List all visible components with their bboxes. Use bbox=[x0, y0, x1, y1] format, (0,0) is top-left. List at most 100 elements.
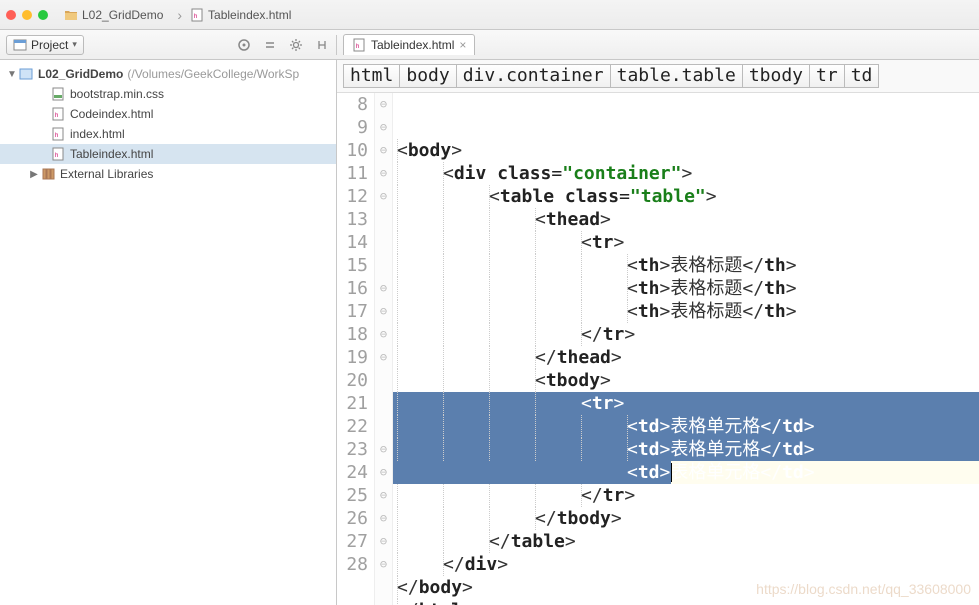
code-line[interactable]: </thead> bbox=[393, 346, 979, 369]
html-file-icon: h bbox=[50, 106, 66, 122]
path-segment[interactable]: tr bbox=[810, 64, 845, 88]
fold-handle-icon[interactable]: ⊖ bbox=[380, 277, 387, 300]
tree-file-item[interactable]: hindex.html bbox=[0, 124, 336, 144]
breadcrumb-label: L02_GridDemo bbox=[82, 8, 163, 22]
breadcrumb-label: Tableindex.html bbox=[208, 8, 291, 22]
tree-root[interactable]: ▼ L02_GridDemo (/Volumes/GeekCollege/Wor… bbox=[0, 64, 336, 84]
code-line[interactable]: </tr> bbox=[393, 484, 979, 507]
project-toolbar-actions bbox=[236, 37, 330, 53]
tree-external-libraries[interactable]: ▶ External Libraries bbox=[0, 164, 336, 184]
path-segment[interactable]: tbody bbox=[743, 64, 810, 88]
tree-label: Codeindex.html bbox=[70, 107, 153, 121]
fold-handle-icon[interactable]: ⊖ bbox=[380, 162, 387, 185]
fold-handle-icon[interactable]: ⊖ bbox=[380, 116, 387, 139]
maximize-icon[interactable] bbox=[38, 10, 48, 20]
code-line[interactable]: <th>表格标题</th> bbox=[393, 277, 979, 300]
code-line[interactable]: </tr> bbox=[393, 323, 979, 346]
hide-panel-icon[interactable] bbox=[314, 37, 330, 53]
code-line[interactable]: <div class="container"> bbox=[393, 162, 979, 185]
tree-root-label: L02_GridDemo bbox=[38, 67, 123, 81]
dom-path-bar: htmlbodydiv.containertable.tabletbodytrt… bbox=[337, 60, 979, 93]
code-line[interactable]: <th>表格标题</th> bbox=[393, 254, 979, 277]
tree-file-item[interactable]: h Codeindex.html bbox=[0, 104, 336, 124]
code-line[interactable]: <table class="table"> bbox=[393, 185, 979, 208]
tree-label: Tableindex.html bbox=[70, 147, 153, 161]
path-segment[interactable]: body bbox=[400, 64, 456, 88]
editor-tab-label: Tableindex.html bbox=[371, 38, 454, 52]
code-line[interactable]: <thead> bbox=[393, 208, 979, 231]
close-icon[interactable] bbox=[6, 10, 16, 20]
tree-label: bootstrap.min.css bbox=[70, 87, 164, 101]
code-line[interactable]: </tbody> bbox=[393, 507, 979, 530]
folder-icon bbox=[64, 8, 78, 22]
code-line[interactable]: <td>表格单元格</td> bbox=[393, 415, 979, 438]
svg-text:h: h bbox=[55, 153, 58, 159]
code-editor: htmlbodydiv.containertable.tabletbodytrt… bbox=[337, 60, 979, 605]
caret-right-icon[interactable]: ▶ bbox=[28, 169, 40, 180]
svg-text:h: h bbox=[55, 133, 58, 139]
path-segment[interactable]: td bbox=[845, 64, 880, 88]
breadcrumb-item-file[interactable]: h Tableindex.html bbox=[184, 6, 297, 24]
caret-down-icon[interactable]: ▼ bbox=[6, 69, 18, 80]
minimize-icon[interactable] bbox=[22, 10, 32, 20]
svg-text:h: h bbox=[55, 113, 58, 119]
path-segment[interactable]: table.table bbox=[611, 64, 743, 88]
code-line[interactable]: <tbody> bbox=[393, 369, 979, 392]
project-button-label: Project bbox=[31, 38, 68, 52]
breadcrumb-bar: L02_GridDemo › h Tableindex.html bbox=[0, 0, 979, 30]
code-line[interactable]: </table> bbox=[393, 530, 979, 553]
breadcrumb-item-project[interactable]: L02_GridDemo bbox=[58, 6, 169, 24]
fold-handle-icon[interactable]: ⊖ bbox=[380, 346, 387, 369]
fold-handle-icon[interactable]: ⊖ bbox=[380, 530, 387, 553]
editor-tab-tableindex[interactable]: h Tableindex.html × bbox=[343, 34, 475, 55]
html-file-icon: h bbox=[190, 8, 204, 22]
fold-handle-icon[interactable]: ⊖ bbox=[380, 484, 387, 507]
path-segment[interactable]: html bbox=[343, 64, 400, 88]
fold-handle-icon[interactable]: ⊖ bbox=[380, 507, 387, 530]
fold-handle-icon[interactable]: ⊖ bbox=[380, 323, 387, 346]
collapse-all-icon[interactable] bbox=[262, 37, 278, 53]
code-line[interactable]: <td>表格单元格</td> bbox=[393, 438, 979, 461]
editor-tabs: h Tableindex.html × bbox=[337, 34, 979, 55]
project-view-button[interactable]: Project ▾ bbox=[6, 35, 84, 55]
toolbar: Project ▾ h Tableindex.html × bbox=[0, 30, 979, 60]
code-line[interactable]: <tr> bbox=[393, 392, 979, 415]
html-file-icon: h bbox=[50, 146, 66, 162]
code-line[interactable]: <tr> bbox=[393, 231, 979, 254]
main-area: ▼ L02_GridDemo (/Volumes/GeekCollege/Wor… bbox=[0, 60, 979, 605]
close-tab-icon[interactable]: × bbox=[459, 39, 466, 51]
svg-text:h: h bbox=[194, 14, 197, 20]
code-lines[interactable]: <body><div class="container"><table clas… bbox=[393, 93, 979, 605]
fold-gutter[interactable]: ⊖⊖⊖⊖⊖⊖⊖⊖⊖⊖⊖⊖⊖⊖⊖ bbox=[375, 93, 393, 605]
window-traffic-lights[interactable] bbox=[6, 10, 48, 20]
svg-text:h: h bbox=[356, 44, 359, 50]
tree-label: External Libraries bbox=[60, 167, 153, 181]
project-icon bbox=[13, 38, 27, 52]
path-segment[interactable]: div.container bbox=[457, 64, 611, 88]
module-icon bbox=[18, 66, 34, 82]
code-line[interactable]: <body> bbox=[393, 139, 979, 162]
code-line[interactable]: <td>表格单元格</td> bbox=[393, 461, 979, 484]
line-number-gutter: 8910111213141516171819202122232425262728 bbox=[337, 93, 375, 605]
fold-handle-icon[interactable]: ⊖ bbox=[380, 438, 387, 461]
fold-handle-icon[interactable]: ⊖ bbox=[380, 139, 387, 162]
tree-file-item[interactable]: h Tableindex.html bbox=[0, 144, 336, 164]
locate-icon[interactable] bbox=[236, 37, 252, 53]
code-line[interactable]: <th>表格标题</th> bbox=[393, 300, 979, 323]
fold-handle-icon[interactable]: ⊖ bbox=[380, 185, 387, 208]
tree-file-item[interactable]: bootstrap.min.css bbox=[0, 84, 336, 104]
code-area[interactable]: 8910111213141516171819202122232425262728… bbox=[337, 93, 979, 605]
code-line[interactable]: </div> bbox=[393, 553, 979, 576]
caret-down-icon: ▾ bbox=[72, 39, 77, 50]
fold-handle-icon[interactable]: ⊖ bbox=[380, 461, 387, 484]
html-file-icon: h bbox=[352, 38, 366, 52]
tree-root-meta: (/Volumes/GeekCollege/WorkSp bbox=[127, 67, 299, 81]
fold-handle-icon[interactable]: ⊖ bbox=[380, 553, 387, 576]
fold-handle-icon[interactable]: ⊖ bbox=[380, 300, 387, 323]
fold-handle-icon[interactable]: ⊖ bbox=[380, 93, 387, 116]
html-file-icon: h bbox=[50, 126, 66, 142]
library-icon bbox=[40, 166, 56, 182]
project-tree[interactable]: ▼ L02_GridDemo (/Volumes/GeekCollege/Wor… bbox=[0, 60, 337, 605]
chevron-right-icon: › bbox=[177, 7, 182, 23]
gear-icon[interactable] bbox=[288, 37, 304, 53]
